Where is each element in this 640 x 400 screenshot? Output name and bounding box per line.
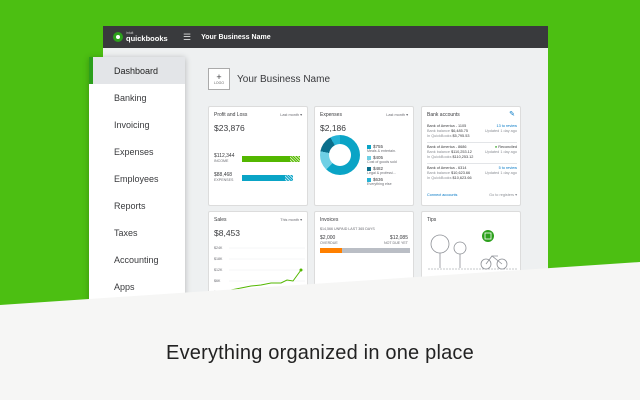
expenses-total: $2,186 — [320, 123, 346, 133]
sidebar-item-taxes[interactable]: Taxes — [89, 219, 185, 246]
qb-balance-value: $5,795.53 — [452, 134, 470, 138]
qb-balance-label: In QuickBooks — [427, 176, 452, 180]
legend-label: Meals & entertain. — [367, 149, 396, 153]
sales-period-dropdown[interactable]: This month ▾ — [280, 217, 302, 222]
bank-accounts-title: Bank accounts — [427, 112, 460, 118]
plus-icon: + — [216, 72, 222, 82]
bank-footer: Connect accounts Go to registers ▾ — [427, 193, 517, 198]
bank-balance-value: $6,485.75 — [451, 129, 468, 133]
tips-illustration — [428, 230, 518, 270]
pencil-icon[interactable]: ✎ — [509, 110, 515, 118]
expenses-bar-pending — [285, 175, 293, 181]
bank-balance-label: Bank balance — [427, 150, 451, 154]
expenses-card[interactable]: Expenses Last month ▾ $2,186 $755 Meals … — [314, 106, 414, 206]
invoices-title: Invoices — [320, 217, 339, 223]
tips-title: Tips — [427, 217, 437, 223]
not-due-bar[interactable] — [342, 248, 410, 253]
expenses-bar[interactable] — [242, 175, 290, 181]
bank-account-row[interactable]: Bank of America - 1105 13 to review Bank … — [427, 124, 517, 139]
bank-accounts-card[interactable]: Bank accounts ✎ Bank of America - 1105 13… — [421, 106, 521, 206]
expenses-title: Expenses — [320, 112, 342, 118]
go-to-registers-dropdown[interactable]: Go to registers ▾ — [489, 193, 517, 198]
top-bar: intuit quickbooks ☰ Your Business Name — [103, 26, 548, 48]
sales-total: $8,453 — [214, 228, 240, 238]
qb-balance-value: $110,253.12 — [452, 155, 474, 159]
income-bar-pending — [290, 156, 300, 162]
sidebar-item-dashboard[interactable]: Dashboard — [89, 57, 185, 84]
y-tick: $24K — [214, 246, 223, 250]
sidebar-item-employees[interactable]: Employees — [89, 165, 185, 192]
sidebar-item-banking[interactable]: Banking — [89, 84, 185, 111]
legend-item: $405 Cost of goods sold — [367, 155, 397, 164]
qb-balance-label: In QuickBooks — [427, 155, 452, 159]
hamburger-menu-icon[interactable]: ☰ — [183, 32, 191, 43]
add-logo-button[interactable]: + LOGO — [208, 68, 230, 90]
profit-loss-period-dropdown[interactable]: Last month ▾ — [280, 112, 302, 117]
bank-balance-value: $110,253.12 — [451, 150, 472, 154]
y-tick: $12K — [214, 268, 223, 272]
bank-status-sub: Updated 1 day ago — [484, 129, 517, 133]
sidebar-item-accounting[interactable]: Accounting — [89, 246, 185, 273]
income-label: INCOME — [214, 159, 229, 163]
legend-label: Cost of goods sold — [367, 160, 397, 164]
logo-placeholder-label: LOGO — [213, 81, 225, 85]
connect-accounts-link[interactable]: Connect accounts — [427, 193, 457, 198]
bank-status: Reconciled — [498, 145, 517, 149]
legend-item: $636 Everything else — [367, 177, 392, 186]
expenses-period-dropdown[interactable]: Last month ▾ — [386, 112, 408, 117]
profit-loss-title: Profit and Loss — [214, 112, 248, 118]
bank-status-sub: Updated 1 day ago — [484, 150, 517, 154]
dashboard-header: + LOGO Your Business Name — [208, 68, 330, 90]
quickbooks-logo-icon — [113, 32, 123, 42]
business-name-top: Your Business Name — [201, 33, 271, 41]
bank-balance-value: $10,623.66 — [451, 171, 471, 175]
qb-balance-value: $10,623.66 — [452, 176, 472, 180]
y-tick: $6K — [214, 279, 221, 283]
sidebar-item-invoicing[interactable]: Invoicing — [89, 111, 185, 138]
legend-item: $755 Meals & entertain. — [367, 144, 396, 153]
invoices-unpaid: $14,566 UNPAID LAST 365 DAYS — [320, 227, 375, 231]
qb-balance-label: In QuickBooks — [427, 134, 452, 138]
overdue-block: $2,000 OVERDUE — [320, 235, 338, 245]
sidebar: Dashboard Banking Invoicing Expenses Emp… — [89, 57, 185, 315]
bank-account-row[interactable]: Bank of America - 8686 ● Reconciled Bank … — [427, 145, 517, 160]
sales-title: Sales — [214, 217, 227, 223]
y-tick: $18K — [214, 257, 223, 261]
expenses-donut-chart[interactable] — [320, 135, 360, 175]
sidebar-item-expenses[interactable]: Expenses — [89, 138, 185, 165]
legend-label: Everything else — [367, 182, 392, 186]
quickbooks-logo[interactable]: intuit quickbooks — [113, 31, 177, 43]
tagline: Everything organized in one place — [166, 342, 474, 364]
bank-account-row[interactable]: Bank of America - 6314 5 to review Bank b… — [427, 166, 517, 181]
divider — [427, 142, 517, 143]
check-circle-icon: ● — [494, 145, 498, 149]
not-due-label: NOT DUE YET — [383, 241, 408, 245]
not-due-block: $12,085 NOT DUE YET — [384, 235, 408, 245]
bank-balance-label: Bank balance — [427, 129, 451, 133]
legend-item: $482 Legal & professi... — [367, 166, 396, 175]
profit-loss-total: $23,876 — [214, 123, 245, 133]
legend-label: Legal & professi... — [367, 171, 396, 175]
overdue-label: OVERDUE — [320, 241, 338, 245]
expenses-label: EXPENSES — [214, 178, 234, 182]
profit-loss-card[interactable]: Profit and Loss Last month ▾ $23,876 $11… — [208, 106, 308, 206]
bank-status-sub: Updated 1 day ago — [484, 171, 517, 175]
sidebar-item-reports[interactable]: Reports — [89, 192, 185, 219]
page-title: Your Business Name — [237, 73, 331, 85]
divider — [427, 163, 517, 164]
bank-balance-label: Bank balance — [427, 171, 451, 175]
overdue-bar[interactable] — [320, 248, 342, 253]
logo-name-text: quickbooks — [126, 34, 168, 43]
